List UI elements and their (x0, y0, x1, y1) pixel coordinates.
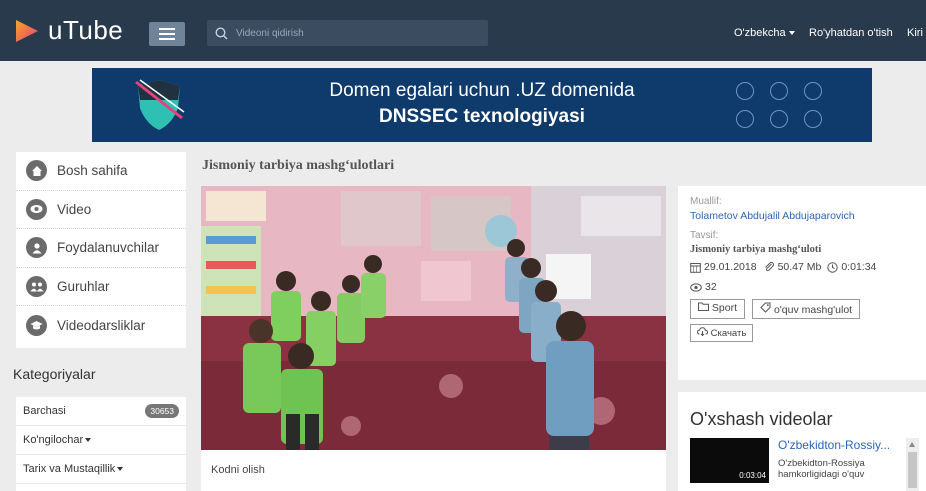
logo[interactable]: uTube (14, 15, 123, 46)
shield-check-icon (770, 82, 788, 100)
banner-icon-grid (736, 82, 822, 128)
chevron-down-icon (788, 31, 795, 36)
tag-label: Sport (711, 302, 738, 314)
category-label: Barchasi (23, 405, 66, 417)
globe-icon (770, 110, 788, 128)
category-list: Barchasi 30653 Ko'ngilochar Tarix va Mus… (16, 397, 186, 491)
category-item-all[interactable]: Barchasi 30653 (16, 397, 186, 426)
category-item-history[interactable]: Tarix va Mustaqillik (16, 455, 186, 484)
video-info-panel: Muallif: Tolametov Abdujalil Abdujaparov… (678, 186, 926, 380)
logo-text: uTube (48, 15, 124, 45)
clock-icon (827, 261, 839, 273)
play-logo-icon (16, 19, 38, 42)
author-link[interactable]: Tolametov Abdujalil Abdujaparovich (690, 210, 914, 222)
home-icon (26, 160, 47, 182)
eye-icon (690, 282, 702, 292)
folder-icon (698, 302, 709, 311)
sidebar-nav: Bosh sahifa Video Foydalanuvchilar Guruh… (16, 152, 186, 348)
sidebar-item-lessons[interactable]: Videodarsliklar (16, 306, 186, 345)
download-button[interactable]: Скачать (690, 324, 754, 342)
login-link[interactable]: Kiri (907, 27, 923, 39)
scrollbar-thumb[interactable] (908, 452, 917, 488)
duration: 0:01:34 (841, 261, 877, 273)
sidebar-item-label: Video (57, 201, 92, 217)
language-dropdown[interactable]: O'zbekcha (734, 27, 795, 39)
similar-video-thumbnail[interactable]: 0:03:04 (690, 438, 769, 483)
scroll-up-arrow-icon[interactable] (909, 442, 915, 447)
sidebar-item-users[interactable]: Foydalanuvchilar (16, 229, 186, 268)
sidebar-item-label: Videodarsliklar (57, 317, 146, 333)
similar-videos-heading: O'xshash videolar (690, 409, 833, 429)
tag-icon (760, 302, 771, 313)
sidebar-item-label: Guruhlar (57, 278, 110, 294)
description-text: Jismoniy tarbiya mashg‘uloti (690, 244, 822, 255)
search-box[interactable] (207, 20, 488, 46)
similar-scrollbar[interactable] (906, 438, 919, 491)
similar-video-duration: 0:03:04 (739, 471, 766, 480)
similar-video-description: O'zbekidton-Rossiya hamkorligidagi o'quv (778, 458, 865, 480)
network-icon (804, 82, 822, 100)
sidebar-item-groups[interactable]: Guruhlar (16, 268, 186, 306)
video-player[interactable] (201, 186, 666, 450)
embed-code-link[interactable]: Kodni olish (211, 464, 265, 476)
download-label: Скачать (710, 328, 747, 339)
tag-study[interactable]: o'quv mashg'ulot (752, 299, 861, 319)
author-label: Muallif: (690, 196, 722, 207)
search-input[interactable] (236, 27, 466, 39)
similar-videos-panel: O'xshash videolar 0:03:04 O'zbekidton-Ro… (678, 392, 926, 491)
calendar-icon (690, 262, 701, 273)
chevron-down-icon (117, 467, 124, 472)
video-footer: Kodni olish (201, 450, 666, 491)
category-item-entertainment[interactable]: Ko'ngilochar (16, 426, 186, 455)
search-icon (215, 26, 228, 40)
lock-shield-icon (736, 110, 754, 128)
sidebar-item-label: Foydalanuvchilar (57, 240, 160, 256)
user-icon (26, 237, 47, 259)
categories-heading: Kategoriyalar (13, 366, 96, 382)
category-label: Tarix va Mustaqillik (23, 463, 116, 475)
tag-list: Sport o'quv mashg'ulot (690, 299, 914, 319)
hamburger-menu-button[interactable] (149, 22, 185, 46)
view-count: 32 (705, 281, 717, 293)
video-meta-row: 29.01.2018 50.47 Mb 0:01:34 (690, 261, 914, 273)
user-lock-icon (804, 110, 822, 128)
banner-ad[interactable]: Domen egalari uchun .UZ domenida DNSSEC … (92, 68, 872, 142)
register-link[interactable]: Ro'yhatdan o'tish (809, 27, 893, 39)
file-size: 50.47 Mb (777, 261, 822, 273)
cloud-download-icon (696, 327, 709, 337)
upload-date: 29.01.2018 (704, 261, 757, 273)
description-label: Tavsif: (690, 230, 719, 241)
similar-video-title[interactable]: O'zbekidton-Rossiy... (778, 438, 890, 452)
sidebar-item-label: Bosh sahifa (57, 163, 128, 179)
tag-label: o'quv mashg'ulot (773, 304, 853, 316)
views-row: 32 (690, 281, 914, 293)
video-title: Jismoniy tarbiya mashg‘ulotlari (202, 158, 395, 173)
sidebar-item-home[interactable]: Bosh sahifa (16, 152, 186, 191)
group-icon (26, 275, 47, 297)
category-label: Ko'ngilochar (23, 434, 84, 446)
sidebar-item-video[interactable]: Video (16, 191, 186, 229)
eye-icon (26, 198, 47, 220)
www-icon (736, 82, 754, 100)
video-frame-image (201, 186, 666, 450)
top-navbar: uTube O'zbekcha Ro'yhatdan o'tish Kiri (0, 0, 926, 61)
tag-sport[interactable]: Sport (690, 299, 746, 319)
category-count-badge: 30653 (145, 404, 179, 418)
paperclip-icon (764, 261, 774, 272)
lesson-icon (26, 314, 47, 336)
language-label: O'zbekcha (734, 27, 786, 39)
chevron-down-icon (85, 438, 92, 443)
